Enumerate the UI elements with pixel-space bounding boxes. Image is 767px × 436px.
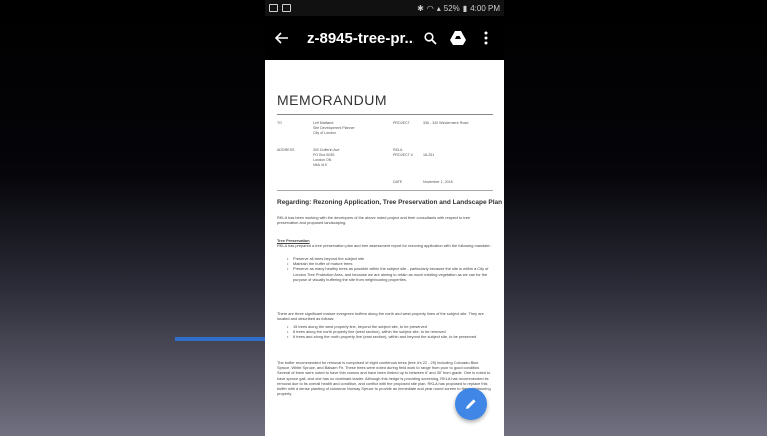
google-drive-icon — [450, 31, 466, 45]
intro-paragraph: RKLA has been working with the developer… — [277, 215, 471, 226]
date-value: November 1, 2018 — [423, 180, 453, 184]
regarding-line: Regarding: Rezoning Application, Tree Pr… — [277, 199, 503, 206]
date-label: DATE — [393, 180, 403, 184]
to-label: TO — [277, 121, 282, 125]
divider — [277, 190, 493, 191]
battery-level: 52% — [443, 3, 460, 13]
notification-icon — [269, 4, 278, 12]
edit-pencil-icon — [466, 399, 476, 409]
removal-paragraph: The buffer recommended for removal is co… — [277, 360, 491, 397]
project-label: PROJECT — [393, 121, 410, 125]
project-value: 336 - 342 Windermere Road — [423, 121, 469, 125]
to-value-3: City of London — [313, 131, 337, 135]
gallery-icon — [282, 4, 291, 12]
more-vertical-icon — [484, 31, 488, 45]
back-button[interactable] — [271, 27, 293, 49]
project-number-label: PROJECT # — [393, 153, 413, 157]
app-bar: z-8945-tree-pr... — [265, 16, 504, 60]
divider — [277, 114, 493, 115]
document-page[interactable]: MEMORANDUM TO Leif Maitland Site Develop… — [271, 60, 503, 436]
document-title: z-8945-tree-pr... — [307, 29, 414, 47]
battery-icon: ▮ — [462, 3, 468, 13]
address-line-4: N6A 4L9 — [313, 163, 327, 167]
project-number-value: 18-251 — [423, 153, 435, 157]
list-item: 6 trees and along the north property lin… — [287, 334, 491, 339]
search-icon — [423, 31, 437, 45]
background-right — [504, 0, 767, 436]
list-item: Preserve as many healthy trees as possib… — [287, 266, 491, 282]
status-bar: ✱ ◠ ▴ 52% ▮ 4:00 PM — [265, 0, 504, 16]
address-label: ADDRESS — [277, 148, 295, 152]
buffer-paragraph: There are three significant mature everg… — [277, 311, 484, 322]
arrow-left-icon — [275, 32, 288, 44]
signal-icon: ▴ — [436, 3, 441, 13]
memo-heading: MEMORANDUM — [277, 92, 387, 108]
tree-paragraph: RKLA has prepared a tree preservation pl… — [277, 243, 491, 248]
buffer-list: 15 trees along the west property line, b… — [287, 324, 491, 340]
search-button[interactable] — [418, 26, 442, 50]
phone-screen: ✱ ◠ ▴ 52% ▮ 4:00 PM z-8945-tree-pr... ME… — [265, 0, 504, 436]
background-left — [0, 0, 265, 436]
more-options-button[interactable] — [474, 26, 498, 50]
wifi-icon: ◠ — [426, 3, 434, 13]
edit-button[interactable] — [455, 388, 487, 420]
mandate-list: Preserve all trees beyond the subject si… — [287, 256, 491, 282]
clock: 4:00 PM — [470, 3, 500, 13]
bluetooth-icon: ✱ — [417, 3, 424, 13]
drive-button[interactable] — [446, 26, 470, 50]
